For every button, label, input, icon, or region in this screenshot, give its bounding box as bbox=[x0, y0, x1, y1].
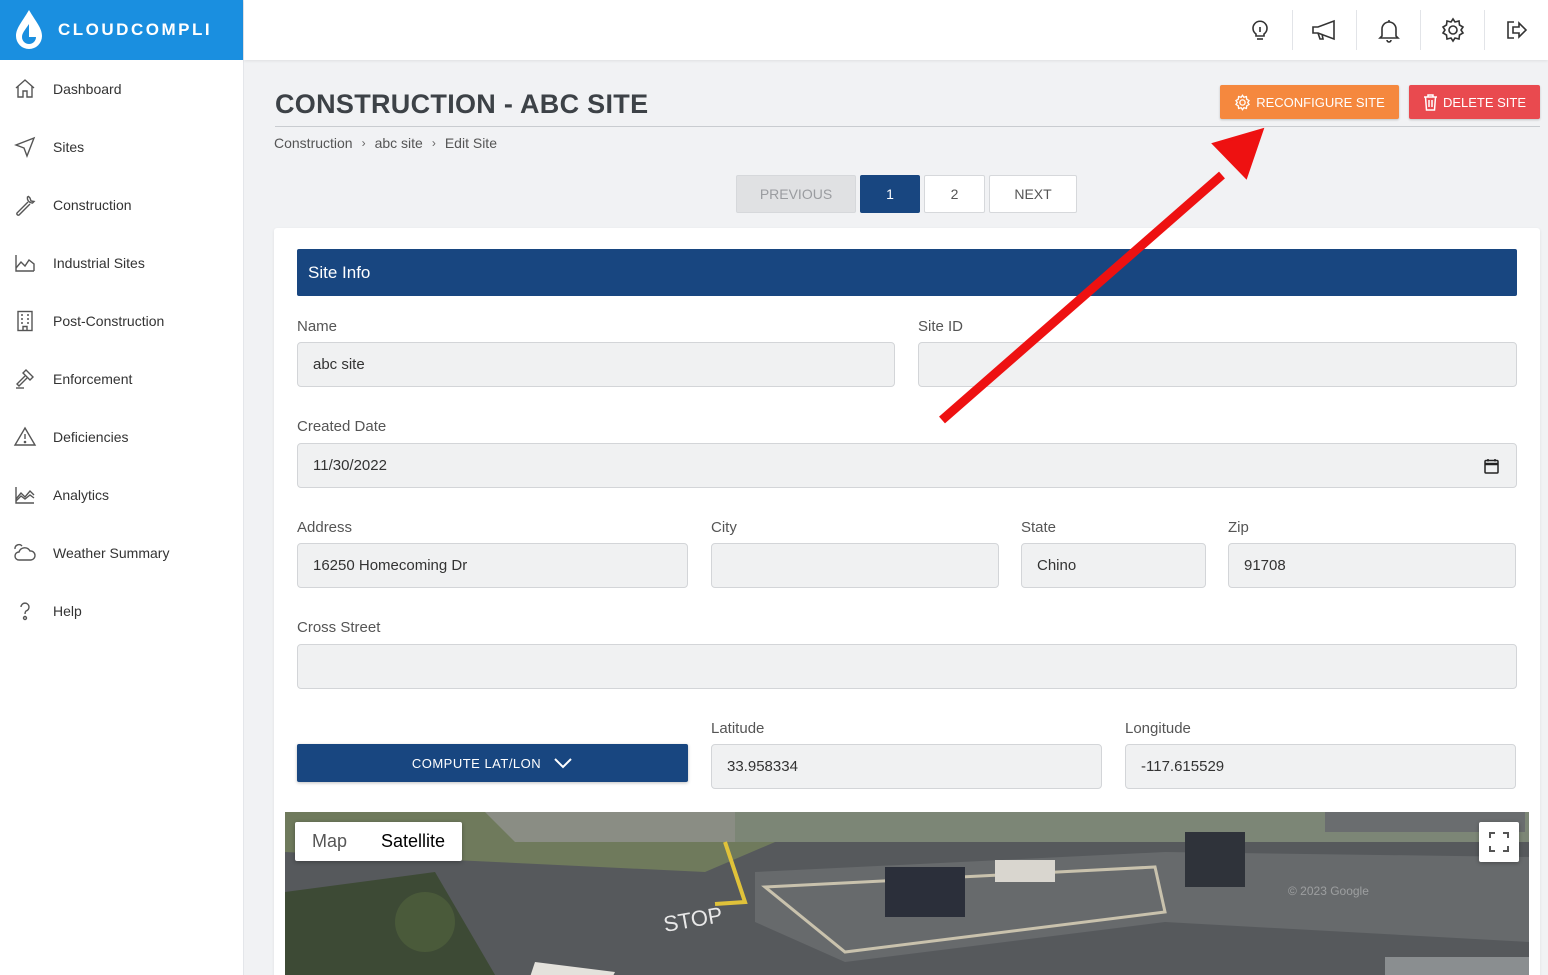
fullscreen-icon[interactable] bbox=[1479, 822, 1519, 862]
sidebar-item-label: Analytics bbox=[53, 487, 110, 503]
sidebar-item-help[interactable]: Help bbox=[0, 582, 243, 640]
calendar-icon[interactable] bbox=[1484, 458, 1499, 474]
zip-input[interactable]: 91708 bbox=[1228, 543, 1516, 588]
name-input[interactable]: abc site bbox=[297, 342, 895, 387]
gear-icon[interactable] bbox=[1420, 10, 1484, 50]
compute-lat-lon-button[interactable]: COMPUTE LAT/LON bbox=[297, 744, 688, 782]
created-date-input[interactable]: 11/30/2022 bbox=[297, 443, 1517, 488]
top-bar bbox=[244, 0, 1548, 60]
city-input[interactable] bbox=[711, 543, 999, 588]
map-type-toggle: Map Satellite bbox=[295, 822, 463, 861]
site-id-input[interactable] bbox=[918, 342, 1517, 387]
sidebar-item-label: Post-Construction bbox=[53, 313, 165, 329]
sidebar-item-analytics[interactable]: Analytics bbox=[0, 466, 243, 524]
latitude-label: Latitude bbox=[711, 720, 765, 737]
sidebar-item-construction[interactable]: Construction bbox=[0, 176, 243, 234]
chevron-down-icon bbox=[554, 758, 572, 769]
chevron-right-icon: › bbox=[431, 136, 436, 150]
gavel-icon bbox=[12, 366, 38, 392]
created-date-value: 11/30/2022 bbox=[313, 457, 387, 474]
cross-street-input[interactable] bbox=[297, 644, 1517, 689]
compute-lat-lon-label: COMPUTE LAT/LON bbox=[411, 755, 542, 771]
sidebar-item-label: Construction bbox=[53, 197, 132, 213]
sidebar-item-sites[interactable]: Sites bbox=[0, 118, 243, 176]
water-drop-icon bbox=[16, 10, 42, 49]
map-attribution: © 2023 Google bbox=[1288, 884, 1369, 898]
cross-street-label: Cross Street bbox=[297, 619, 381, 636]
sidebar-item-post-construction[interactable]: Post-Construction bbox=[0, 292, 243, 350]
longitude-label: Longitude bbox=[1125, 720, 1191, 737]
top-bar-actions bbox=[1228, 0, 1548, 60]
logout-icon[interactable] bbox=[1484, 10, 1548, 50]
building-icon bbox=[12, 308, 38, 334]
sidebar-item-enforcement[interactable]: Enforcement bbox=[0, 350, 243, 408]
sidebar-item-dashboard[interactable]: Dashboard bbox=[0, 60, 243, 118]
sidebar-item-deficiencies[interactable]: Deficiencies bbox=[0, 408, 243, 466]
address-label: Address bbox=[297, 519, 353, 536]
trash-icon bbox=[1423, 93, 1437, 111]
previous-page-button[interactable]: PREVIOUS bbox=[736, 175, 856, 213]
sidebar-nav: Dashboard Sites Construction Industrial … bbox=[0, 60, 243, 640]
breadcrumb-construction[interactable]: Construction bbox=[274, 135, 353, 151]
sidebar-item-industrial-sites[interactable]: Industrial Sites bbox=[0, 234, 243, 292]
wrench-icon bbox=[12, 192, 38, 218]
sidebar-item-label: Deficiencies bbox=[53, 429, 129, 445]
section-header: Site Info bbox=[297, 249, 1517, 296]
state-input[interactable]: Chino bbox=[1021, 543, 1206, 588]
satellite-map[interactable]: STOP Map Satellite © 2023 Google bbox=[285, 812, 1529, 975]
breadcrumb: Construction › abc site › Edit Site bbox=[274, 135, 497, 151]
zip-label: Zip bbox=[1228, 519, 1249, 536]
sidebar-item-label: Sites bbox=[53, 139, 85, 155]
bell-icon[interactable] bbox=[1356, 10, 1420, 50]
breadcrumb-site[interactable]: abc site bbox=[375, 135, 423, 151]
gear-icon bbox=[1235, 93, 1251, 111]
megaphone-icon[interactable] bbox=[1292, 10, 1356, 50]
title-divider bbox=[275, 126, 1540, 127]
reconfigure-site-label: RECONFIGURE SITE bbox=[1256, 94, 1385, 110]
sidebar-item-label: Weather Summary bbox=[53, 545, 170, 561]
area-chart-icon bbox=[12, 482, 38, 508]
created-date-label: Created Date bbox=[297, 418, 387, 435]
home-icon bbox=[12, 76, 38, 102]
question-icon bbox=[12, 598, 38, 624]
brand-logo[interactable]: CLOUDCOMPLI bbox=[0, 0, 243, 60]
name-label: Name bbox=[297, 318, 338, 335]
delete-site-button[interactable]: DELETE SITE bbox=[1409, 85, 1540, 119]
site-info-card: Site Info Name abc site Site ID Created … bbox=[274, 228, 1540, 975]
factory-icon bbox=[12, 250, 38, 276]
page-title: CONSTRUCTION - ABC SITE bbox=[275, 89, 649, 119]
navigation-arrow-icon bbox=[12, 134, 38, 160]
reconfigure-site-button[interactable]: RECONFIGURE SITE bbox=[1220, 85, 1399, 119]
breadcrumb-current: Edit Site bbox=[444, 135, 497, 151]
sidebar-item-label: Dashboard bbox=[53, 81, 122, 97]
state-label: State bbox=[1021, 519, 1057, 536]
cloud-sun-icon bbox=[12, 540, 38, 566]
lightbulb-icon[interactable] bbox=[1228, 10, 1292, 50]
sidebar: CLOUDCOMPLI Dashboard Sites Construction… bbox=[0, 0, 244, 975]
map-type-satellite[interactable]: Satellite bbox=[364, 822, 462, 861]
page-1-button[interactable]: 1 bbox=[860, 175, 920, 213]
map-type-map[interactable]: Map bbox=[295, 822, 364, 861]
site-id-label: Site ID bbox=[918, 318, 964, 335]
delete-site-label: DELETE SITE bbox=[1442, 94, 1527, 110]
sidebar-item-label: Help bbox=[53, 603, 82, 619]
sidebar-item-label: Enforcement bbox=[53, 371, 133, 387]
latitude-input[interactable]: 33.958334 bbox=[711, 744, 1102, 789]
sidebar-item-label: Industrial Sites bbox=[53, 255, 145, 271]
brand-name: CLOUDCOMPLI bbox=[58, 20, 213, 39]
page-2-button[interactable]: 2 bbox=[924, 175, 985, 213]
sidebar-item-weather-summary[interactable]: Weather Summary bbox=[0, 524, 243, 582]
address-input[interactable]: 16250 Homecoming Dr bbox=[297, 543, 688, 588]
chevron-right-icon: › bbox=[361, 136, 366, 150]
longitude-input[interactable]: -117.615529 bbox=[1125, 744, 1516, 789]
warning-icon bbox=[12, 424, 38, 450]
next-page-button[interactable]: NEXT bbox=[989, 175, 1077, 213]
city-label: City bbox=[711, 519, 737, 536]
